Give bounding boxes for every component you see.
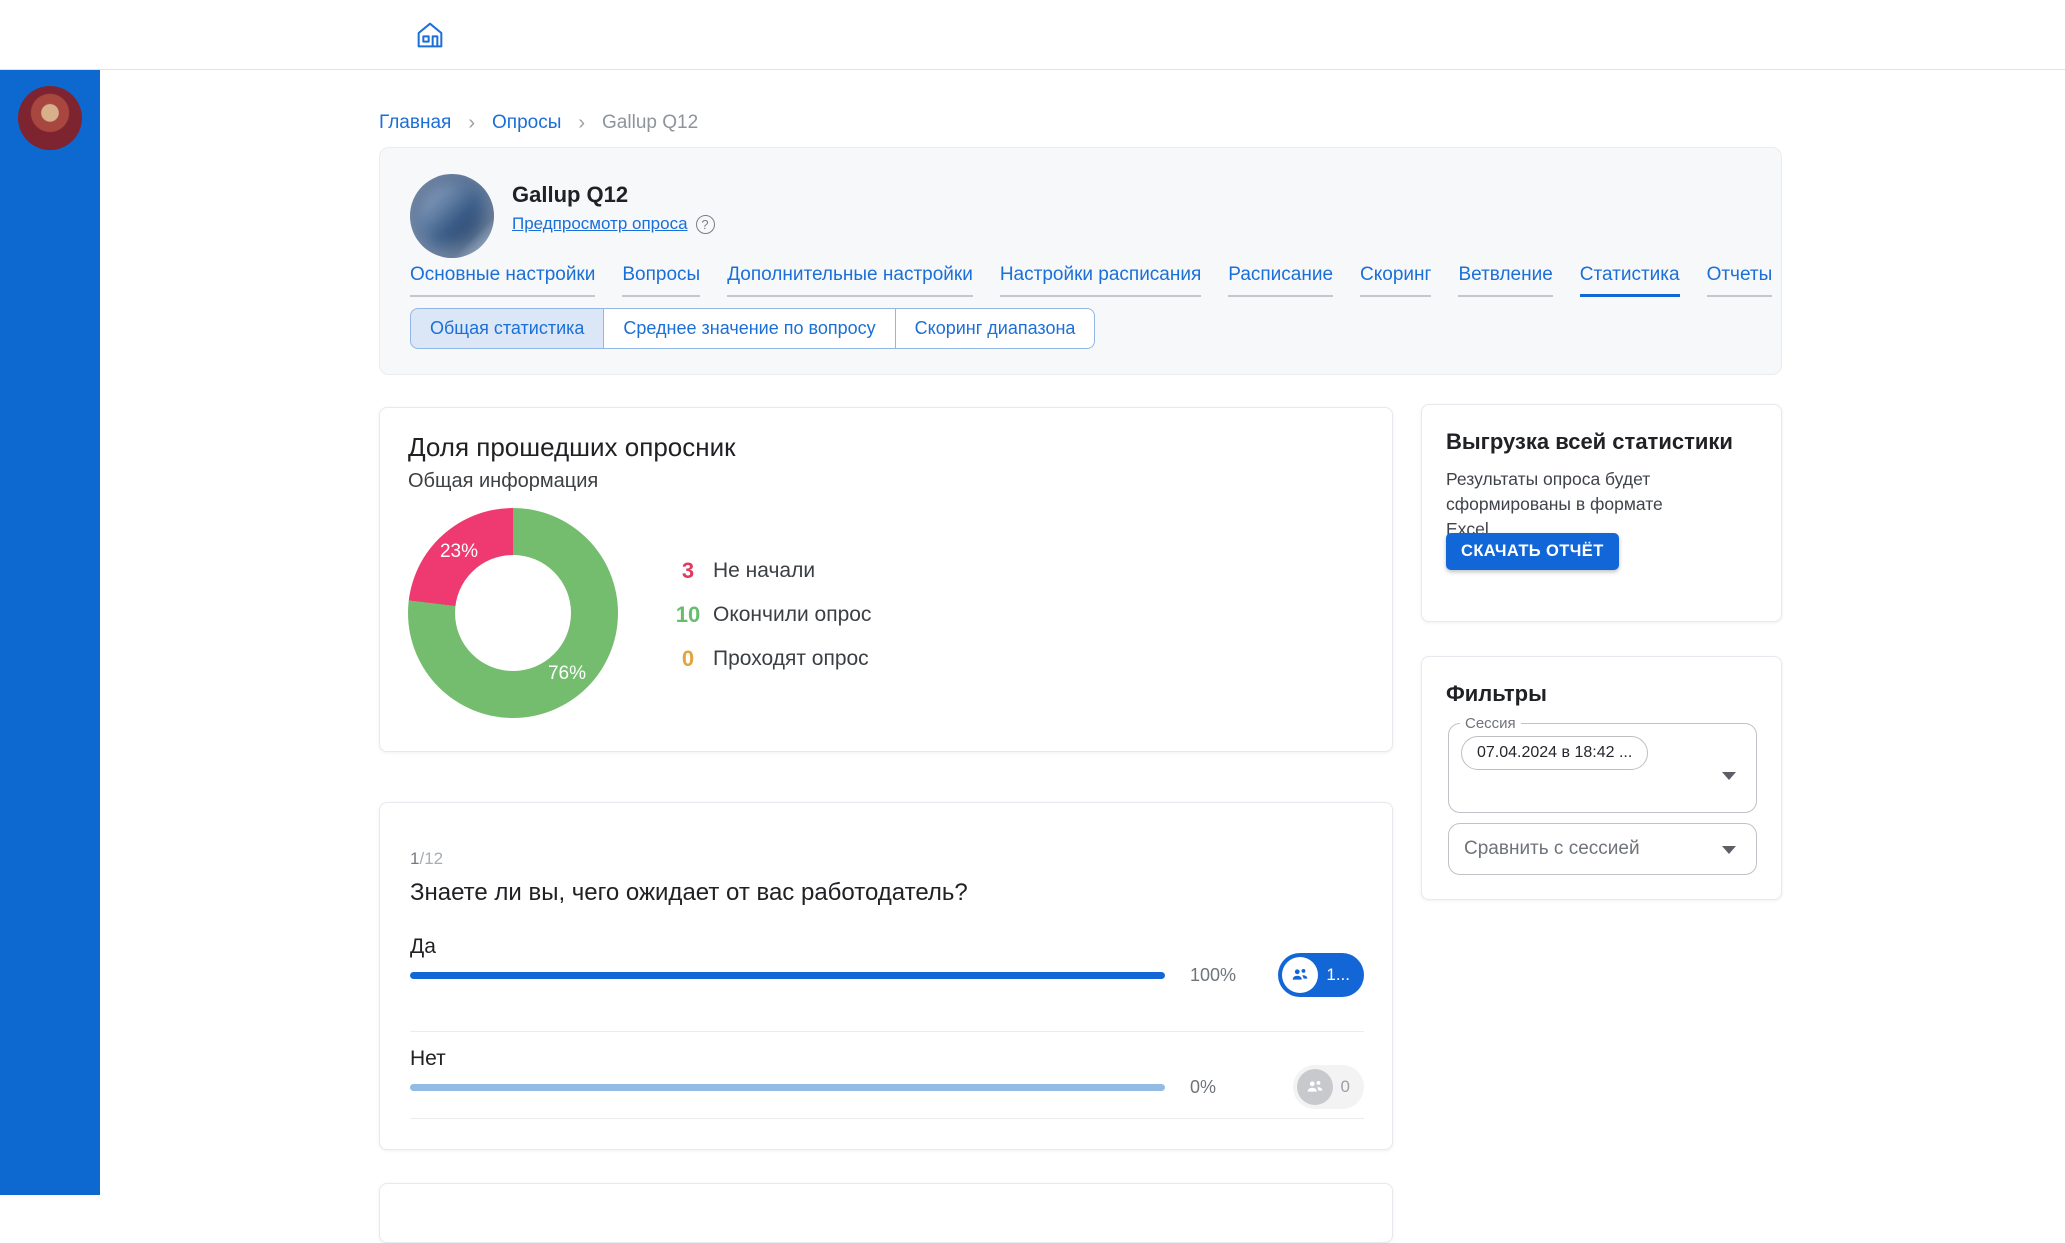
breadcrumb-surveys[interactable]: Опросы	[492, 112, 561, 134]
preview-survey-link[interactable]: Предпросмотр опроса	[512, 214, 688, 234]
survey-header-card: Gallup Q12 Предпросмотр опроса ? Основны…	[379, 147, 1782, 375]
donut-legend: 3 Не начали 10 Окончили опрос 0 Проходят…	[668, 558, 871, 690]
subtab-scoring-range[interactable]: Скоринг диапазона	[895, 308, 1096, 349]
statistics-subtabs: Общая статистика Среднее значение по воп…	[410, 308, 1095, 349]
people-icon	[1282, 957, 1318, 993]
dropdown-arrow-icon[interactable]	[1722, 772, 1736, 780]
survey-logo	[410, 174, 494, 258]
question-total: /12	[419, 849, 443, 868]
chevron-right-icon: ›	[468, 113, 475, 133]
respondents-chip[interactable]: 1...	[1278, 953, 1364, 997]
tab-reports[interactable]: Отчеты	[1707, 264, 1773, 297]
question-stats-card: 1/12 Знаете ли вы, чего ожидает от вас р…	[379, 802, 1393, 1150]
download-report-button[interactable]: СКАЧАТЬ ОТЧЁТ	[1446, 533, 1619, 570]
tab-schedule[interactable]: Расписание	[1228, 264, 1333, 297]
answer-percent: 0%	[1190, 1077, 1250, 1098]
donut-slice-label-finished: 76%	[548, 663, 586, 685]
respondents-chip[interactable]: 0	[1293, 1065, 1364, 1109]
left-sidebar	[0, 70, 100, 1195]
tab-statistics[interactable]: Статистика	[1580, 264, 1680, 297]
answer-bar-fill	[410, 972, 1165, 979]
session-field-label: Сессия	[1460, 715, 1521, 732]
answer-bar-track	[410, 1084, 1165, 1091]
breadcrumb-home[interactable]: Главная	[379, 112, 451, 134]
legend-value: 0	[668, 646, 708, 672]
tab-additional-settings[interactable]: Дополнительные настройки	[727, 264, 973, 297]
export-card-description: Результаты опроса будет сформированы в ф…	[1446, 467, 1696, 542]
filters-card: Фильтры Сессия 07.04.2024 в 18:42 ... Ср…	[1421, 656, 1782, 900]
export-card-title: Выгрузка всей статистики	[1446, 429, 1733, 455]
session-select[interactable]: Сессия 07.04.2024 в 18:42 ...	[1448, 723, 1757, 813]
filters-card-title: Фильтры	[1446, 681, 1547, 707]
completion-card-subtitle: Общая информация	[408, 470, 598, 493]
legend-label: Проходят опрос	[713, 647, 869, 671]
user-avatar[interactable]	[18, 86, 82, 150]
legend-label: Окончили опрос	[713, 603, 871, 627]
legend-value: 3	[668, 558, 708, 584]
main-content: Главная › Опросы › Gallup Q12 Gallup Q12…	[100, 70, 2065, 1195]
answer-bar-track	[410, 972, 1165, 979]
answer-divider	[410, 1031, 1364, 1032]
next-question-card	[379, 1183, 1393, 1243]
home-icon[interactable]	[414, 19, 446, 51]
help-icon[interactable]: ?	[696, 215, 715, 234]
legend-row-not-started: 3 Не начали	[668, 558, 871, 584]
answer-divider	[410, 1118, 1364, 1119]
breadcrumb-current: Gallup Q12	[602, 112, 698, 134]
completion-stats-card: Доля прошедших опросник Общая информация…	[379, 407, 1393, 752]
subtab-average-per-question[interactable]: Среднее значение по вопросу	[603, 308, 895, 349]
survey-title: Gallup Q12	[512, 182, 628, 208]
answer-percent: 100%	[1190, 965, 1250, 986]
legend-value: 10	[668, 602, 708, 628]
subtab-general-statistics[interactable]: Общая статистика	[410, 308, 604, 349]
chevron-right-icon: ›	[578, 113, 585, 133]
respondents-count: 0	[1341, 1077, 1350, 1097]
question-index: 1/12	[410, 849, 443, 869]
tab-branching[interactable]: Ветвление	[1458, 264, 1552, 297]
tab-schedule-settings[interactable]: Настройки расписания	[1000, 264, 1201, 297]
completion-card-title: Доля прошедших опросник	[408, 432, 736, 463]
compare-session-select[interactable]: Сравнить с сессией	[1448, 823, 1757, 875]
top-bar	[0, 0, 2065, 70]
donut-slice-label-not-started: 23%	[440, 541, 478, 563]
answer-row-no: 0% 0	[410, 1065, 1364, 1109]
people-icon	[1297, 1069, 1333, 1105]
session-value-chip[interactable]: 07.04.2024 в 18:42 ...	[1461, 736, 1648, 770]
donut-hole	[455, 555, 571, 671]
legend-row-in-progress: 0 Проходят опрос	[668, 646, 871, 672]
tab-basic-settings[interactable]: Основные настройки	[410, 264, 595, 297]
export-card: Выгрузка всей статистики Результаты опро…	[1421, 404, 1782, 622]
compare-session-placeholder: Сравнить с сессией	[1464, 838, 1640, 860]
breadcrumb: Главная › Опросы › Gallup Q12	[379, 112, 698, 134]
dropdown-arrow-icon[interactable]	[1722, 846, 1736, 854]
legend-label: Не начали	[713, 559, 815, 583]
question-title: Знаете ли вы, чего ожидает от вас работо…	[410, 879, 968, 907]
survey-tabs: Основные настройки Вопросы Дополнительны…	[410, 264, 1772, 297]
donut-chart-wrap: 23% 76%	[408, 508, 618, 718]
tab-questions[interactable]: Вопросы	[622, 264, 700, 297]
tab-scoring[interactable]: Скоринг	[1360, 264, 1431, 297]
answer-row-yes: 100% 1...	[410, 953, 1364, 997]
legend-row-finished: 10 Окончили опрос	[668, 602, 871, 628]
respondents-count: 1...	[1326, 965, 1350, 985]
